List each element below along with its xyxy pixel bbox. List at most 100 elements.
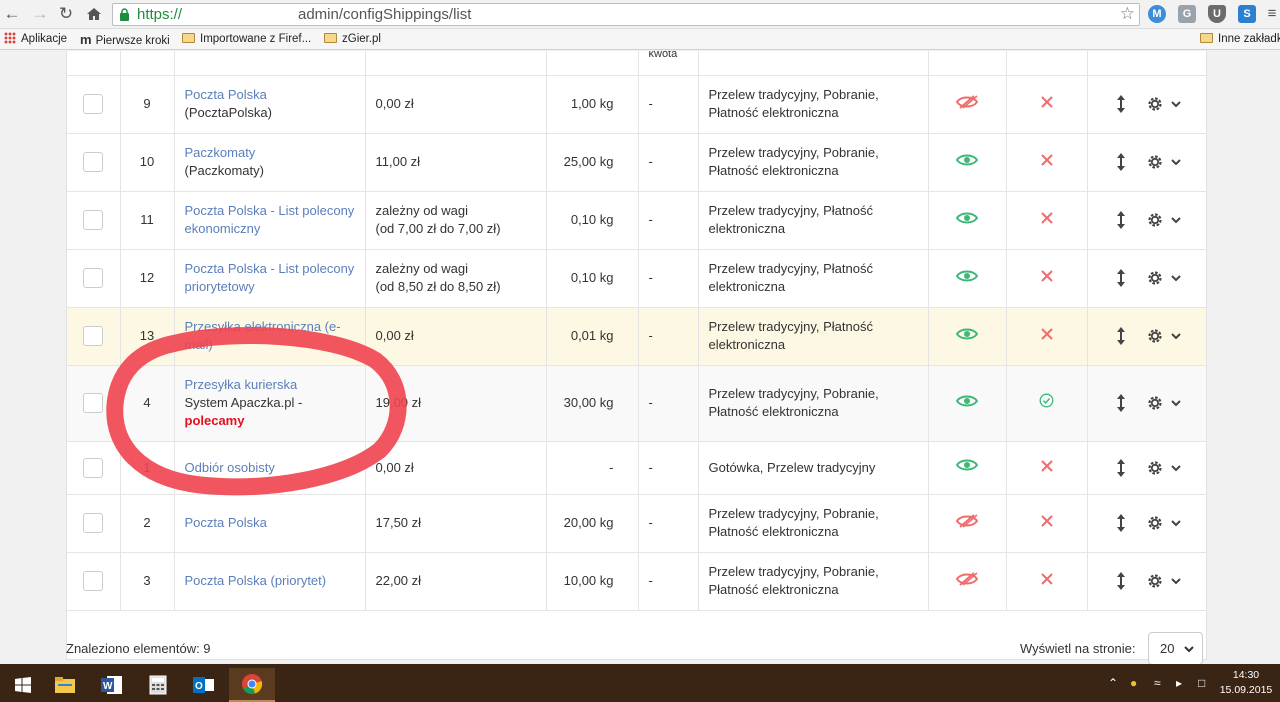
- shipping-name-link[interactable]: Paczkomaty: [185, 145, 256, 160]
- bookmark-zgier[interactable]: zGier.pl: [324, 32, 381, 47]
- move-arrows-icon[interactable]: [1111, 326, 1131, 346]
- taskbar-clock[interactable]: 14:30 15.09.2015: [1216, 668, 1276, 698]
- row-checkbox[interactable]: [83, 393, 104, 413]
- close-icon[interactable]: [1040, 212, 1053, 227]
- row-checkbox[interactable]: [83, 94, 104, 114]
- move-arrows-icon[interactable]: [1111, 513, 1131, 533]
- bookmark-imported[interactable]: Importowane z Firef...: [182, 32, 311, 47]
- row-checkbox[interactable]: [83, 457, 104, 478]
- notifications-icon[interactable]: □: [1198, 676, 1205, 690]
- chevron-down-icon[interactable]: [1170, 517, 1182, 529]
- back-icon[interactable]: ←: [2, 4, 22, 24]
- row-checkbox[interactable]: [83, 152, 104, 172]
- close-icon[interactable]: [1040, 459, 1053, 475]
- row-checkbox[interactable]: [83, 210, 104, 230]
- close-icon[interactable]: [1040, 573, 1053, 588]
- eye-icon[interactable]: [955, 212, 979, 229]
- eye-slash-icon[interactable]: [955, 571, 979, 590]
- move-arrows-icon[interactable]: [1111, 393, 1131, 413]
- row-checkbox[interactable]: [83, 571, 104, 591]
- move-arrows-icon[interactable]: [1111, 571, 1131, 591]
- close-icon[interactable]: [1040, 270, 1053, 285]
- gear-icon[interactable]: [1146, 95, 1164, 113]
- forward-icon[interactable]: →: [30, 4, 50, 24]
- gear-icon[interactable]: [1146, 269, 1164, 287]
- amount-value: -: [648, 270, 653, 285]
- chevron-down-icon[interactable]: [1170, 575, 1182, 587]
- max-weight: 30,00 kg: [563, 395, 614, 410]
- gear-icon[interactable]: [1146, 394, 1164, 412]
- chevron-down-icon[interactable]: [1170, 98, 1182, 110]
- column-header-amount[interactable]: kwota: [649, 51, 678, 60]
- translate-icon[interactable]: G: [1178, 5, 1196, 23]
- shipping-name-link[interactable]: Poczta Polska - List polecony prioryteto…: [185, 261, 355, 294]
- eye-slash-icon[interactable]: [955, 513, 979, 532]
- gear-icon[interactable]: [1146, 572, 1164, 590]
- eye-icon[interactable]: [955, 154, 979, 171]
- move-arrows-icon[interactable]: [1111, 458, 1131, 478]
- url-path: admin/configShippings/list: [298, 6, 472, 23]
- row-checkbox[interactable]: [83, 513, 104, 533]
- check-circle-icon[interactable]: [1039, 393, 1054, 411]
- chevron-down-icon[interactable]: [1170, 397, 1182, 409]
- close-icon[interactable]: [1040, 515, 1053, 530]
- eye-slash-icon[interactable]: [955, 94, 979, 113]
- extension-icon[interactable]: M: [1148, 5, 1166, 23]
- eye-icon[interactable]: [955, 459, 979, 476]
- address-bar[interactable]: https:// admin/configShippings/list ☆: [112, 3, 1140, 26]
- start-button[interactable]: [0, 668, 46, 702]
- reload-icon[interactable]: ↻: [56, 4, 76, 24]
- gear-icon[interactable]: [1146, 327, 1164, 345]
- shipping-name-link[interactable]: Poczta Polska (priorytet): [185, 573, 327, 588]
- gear-icon[interactable]: [1146, 153, 1164, 171]
- taskbar-outlook[interactable]: O: [181, 668, 227, 702]
- home-icon[interactable]: [84, 4, 104, 24]
- chevron-down-icon[interactable]: [1170, 214, 1182, 226]
- bookmark-apps[interactable]: Aplikacje: [4, 32, 67, 47]
- taskbar-word[interactable]: W: [89, 668, 135, 702]
- shipping-name-link[interactable]: Poczta Polska: [185, 87, 267, 102]
- move-arrows-icon[interactable]: [1111, 152, 1131, 172]
- s-extension-icon[interactable]: S: [1238, 5, 1256, 23]
- bookmark-other[interactable]: Inne zakładk: [1200, 32, 1280, 47]
- shield-icon[interactable]: U: [1208, 5, 1226, 23]
- bookmark-first-steps[interactable]: m Pierwsze kroki: [80, 32, 170, 47]
- row-checkbox[interactable]: [83, 326, 104, 346]
- move-arrows-icon[interactable]: [1111, 210, 1131, 230]
- chevron-down-icon[interactable]: [1170, 330, 1182, 342]
- eye-icon[interactable]: [955, 395, 979, 412]
- tray-app-icon[interactable]: ●: [1130, 676, 1137, 690]
- gear-icon[interactable]: [1146, 211, 1164, 229]
- shipping-name-link[interactable]: Poczta Polska: [185, 515, 267, 530]
- wifi-icon[interactable]: ≈: [1154, 676, 1161, 690]
- eye-icon[interactable]: [955, 328, 979, 345]
- bookmark-star-icon[interactable]: ☆: [1120, 4, 1135, 24]
- shipping-name-link[interactable]: Poczta Polska - List polecony ekonomiczn…: [185, 203, 355, 236]
- move-arrows-icon[interactable]: [1111, 94, 1131, 114]
- taskbar-chrome[interactable]: [229, 668, 275, 702]
- menu-icon[interactable]: ≡: [1262, 4, 1280, 24]
- per-page-select[interactable]: 20: [1148, 632, 1203, 664]
- shipping-name-link[interactable]: Odbiór osobisty: [185, 460, 275, 475]
- volume-icon[interactable]: ▸: [1176, 676, 1182, 690]
- gear-icon[interactable]: [1146, 514, 1164, 532]
- row-checkbox[interactable]: [83, 268, 104, 288]
- chevron-down-icon[interactable]: [1170, 272, 1182, 284]
- close-icon[interactable]: [1040, 96, 1053, 111]
- amount-value: -: [648, 212, 653, 227]
- shipping-name-link[interactable]: Przesyłka elektroniczna (e-mail): [185, 319, 341, 352]
- shipping-name-link[interactable]: Przesyłka kurierska: [185, 377, 298, 392]
- amount-value: -: [648, 573, 653, 588]
- move-arrows-icon[interactable]: [1111, 268, 1131, 288]
- tray-chevron-icon[interactable]: ⌃: [1108, 676, 1118, 690]
- max-weight: 1,00 kg: [570, 96, 614, 111]
- close-icon[interactable]: [1040, 328, 1053, 343]
- eye-icon[interactable]: [955, 270, 979, 287]
- taskbar-calculator[interactable]: [135, 668, 181, 702]
- chevron-down-icon[interactable]: [1170, 156, 1182, 168]
- word-icon: W: [101, 676, 122, 694]
- taskbar-file-explorer[interactable]: [42, 668, 88, 702]
- gear-icon[interactable]: [1146, 459, 1164, 477]
- close-icon[interactable]: [1040, 154, 1053, 169]
- chevron-down-icon[interactable]: [1170, 462, 1182, 474]
